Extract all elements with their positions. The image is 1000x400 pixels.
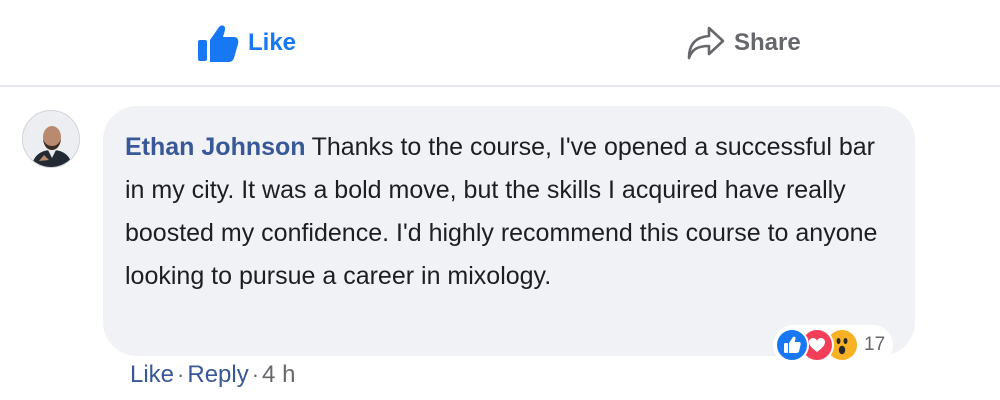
comment-actions: Like · Reply · 4 h <box>130 361 295 389</box>
comment-timestamp[interactable]: 4 h <box>262 361 295 389</box>
thumbs-up-icon <box>198 25 239 62</box>
post-action-bar: Like Share <box>0 0 1000 86</box>
post-like-button[interactable]: Like <box>196 20 296 66</box>
separator-dot: · <box>251 362 260 387</box>
reaction-count: 17 <box>864 334 886 355</box>
avatar[interactable] <box>22 110 80 168</box>
action-bar-divider <box>0 85 1000 87</box>
reaction-summary[interactable]: 17 <box>773 325 894 365</box>
separator-dot: · <box>177 362 185 387</box>
like-reaction-icon <box>775 328 809 362</box>
post-share-button[interactable]: Share <box>686 20 801 66</box>
comment-bubble: Ethan Johnson Thanks to the course, I've … <box>103 106 915 356</box>
post-like-label: Like <box>248 29 297 56</box>
user-photo-icon <box>23 111 79 167</box>
post-share-label: Share <box>734 29 801 56</box>
comment-author-name[interactable]: Ethan Johnson <box>125 133 306 161</box>
comment-text: Ethan Johnson Thanks to the course, I've … <box>125 126 893 298</box>
share-arrow-icon <box>687 26 725 60</box>
comment-reply-link[interactable]: Reply <box>187 361 248 389</box>
comment-like-link[interactable]: Like <box>130 361 174 389</box>
